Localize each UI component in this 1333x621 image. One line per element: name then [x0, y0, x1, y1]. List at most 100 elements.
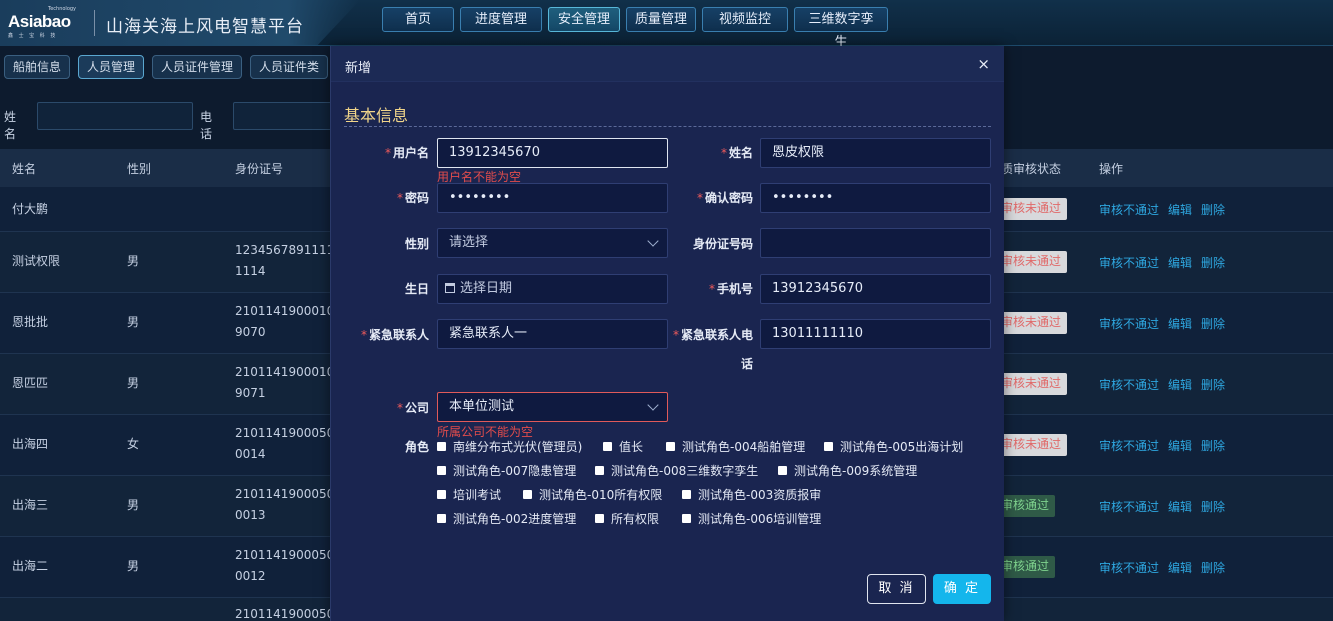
company-label: * 公司	[396, 401, 429, 415]
checkbox-icon	[437, 442, 446, 451]
chevron-down-icon	[647, 399, 659, 411]
reject-link[interactable]: 审核不通过	[1099, 256, 1159, 270]
nav-video[interactable]: 视频监控	[702, 7, 788, 32]
reject-link[interactable]: 审核不通过	[1099, 500, 1159, 514]
filter-name-input[interactable]	[37, 102, 193, 130]
calendar-icon	[445, 283, 455, 293]
emergency-phone-input[interactable]: 13011111110	[760, 319, 991, 349]
nav-safety[interactable]: 安全管理	[548, 7, 620, 32]
role-checkbox[interactable]: 测试角色-006培训管理	[682, 510, 821, 527]
role-checkbox[interactable]: 测试角色-002进度管理	[437, 510, 576, 527]
edit-link[interactable]: 编辑	[1168, 317, 1192, 331]
reject-link[interactable]: 审核不通过	[1099, 439, 1159, 453]
edit-link[interactable]: 编辑	[1168, 256, 1192, 270]
checkbox-icon	[437, 490, 446, 499]
row-actions: 审核不通过 编辑 删除	[1099, 559, 1234, 576]
delete-link[interactable]: 删除	[1201, 439, 1225, 453]
cell-idcard-2: 0012	[235, 569, 266, 583]
role-checkbox[interactable]: 测试角色-004船舶管理	[666, 438, 805, 455]
gender-select[interactable]: 请选择	[437, 228, 668, 258]
dialog-title: 新增	[345, 61, 372, 76]
col-ops: 操作	[1099, 162, 1124, 176]
phone-input[interactable]: 13912345670	[760, 274, 991, 304]
edit-link[interactable]: 编辑	[1168, 378, 1192, 392]
reject-link[interactable]: 审核不通过	[1099, 203, 1159, 217]
cell-name: 测试权限	[12, 254, 61, 268]
reject-link[interactable]: 审核不通过	[1099, 317, 1159, 331]
tab-vessel-info[interactable]: 船舶信息	[4, 55, 71, 79]
edit-link[interactable]: 编辑	[1168, 439, 1192, 453]
role-checkbox[interactable]: 值长	[603, 438, 643, 455]
emergency-contact-input[interactable]: 紧急联系人一	[437, 319, 668, 349]
sub-tabs: 船舶信息 人员管理 人员证件管理 人员证件类	[4, 55, 329, 79]
checkbox-icon	[437, 466, 446, 475]
cell-idcard-1: 21011419000506	[235, 607, 342, 621]
delete-link[interactable]: 删除	[1201, 256, 1225, 270]
name-input[interactable]: 恩皮权限	[760, 138, 991, 168]
status-badge: 审核未通过	[999, 198, 1067, 220]
role-checkbox[interactable]: 测试角色-010所有权限	[523, 486, 662, 503]
role-checkbox[interactable]: 测试角色-007隐患管理	[437, 462, 576, 479]
cell-name: 恩批批	[12, 315, 49, 329]
cell-idcard-1: 21011419000101	[235, 304, 342, 318]
close-icon[interactable]: ×	[977, 55, 990, 73]
role-checkbox[interactable]: 测试角色-008三维数字孪生	[595, 462, 758, 479]
edit-link[interactable]: 编辑	[1168, 500, 1192, 514]
tab-personnel-cert-type[interactable]: 人员证件类	[250, 55, 329, 79]
birthday-picker[interactable]: 选择日期	[437, 274, 668, 304]
filter-phone-input[interactable]	[233, 102, 343, 130]
role-checkbox[interactable]: 测试角色-005出海计划	[824, 438, 963, 455]
role-checkbox[interactable]: 测试角色-009系统管理	[778, 462, 917, 479]
company-select[interactable]: 本单位测试	[437, 392, 668, 422]
tab-personnel-cert[interactable]: 人员证件管理	[152, 55, 243, 79]
checkbox-icon	[595, 514, 604, 523]
edit-link[interactable]: 编辑	[1168, 561, 1192, 575]
confirm-password-label: * 确认密码	[696, 191, 753, 205]
row-actions: 审核不通过 编辑 删除	[1099, 498, 1234, 515]
username-input[interactable]: 13912345670	[437, 138, 668, 168]
checkbox-icon	[666, 442, 675, 451]
birthday-placeholder: 选择日期	[460, 281, 513, 296]
delete-link[interactable]: 删除	[1201, 317, 1225, 331]
row-actions: 审核不通过 编辑 删除	[1099, 201, 1234, 218]
role-checkbox[interactable]: 所有权限	[595, 510, 659, 527]
gender-label: 性别	[404, 237, 429, 251]
nav-home[interactable]: 首页	[382, 7, 454, 32]
reject-link[interactable]: 审核不通过	[1099, 378, 1159, 392]
cell-name: 出海二	[12, 559, 49, 573]
checkbox-icon	[603, 442, 612, 451]
role-label: 角色	[404, 440, 429, 454]
delete-link[interactable]: 删除	[1201, 561, 1225, 575]
checkbox-icon	[824, 442, 833, 451]
cell-idcard-2: 0013	[235, 508, 266, 522]
role-checkbox[interactable]: 南维分布式光伏(管理员)	[437, 438, 582, 455]
cell-name: 恩匹匹	[12, 376, 49, 390]
checkbox-icon	[523, 490, 532, 499]
nav-progress[interactable]: 进度管理	[460, 7, 542, 32]
status-badge: 审核未通过	[999, 373, 1067, 395]
password-input[interactable]: ••••••••	[437, 183, 668, 213]
confirm-button[interactable]: 确 定	[933, 574, 991, 604]
delete-link[interactable]: 删除	[1201, 203, 1225, 217]
delete-link[interactable]: 删除	[1201, 500, 1225, 514]
birthday-label: 生日	[404, 282, 429, 296]
cell-gender: 男	[127, 254, 140, 268]
reject-link[interactable]: 审核不通过	[1099, 561, 1159, 575]
delete-link[interactable]: 删除	[1201, 378, 1225, 392]
platform-title: 山海关海上风电智慧平台	[106, 17, 304, 37]
checkbox-icon	[682, 490, 691, 499]
checkbox-icon	[778, 466, 787, 475]
cancel-button[interactable]: 取 消	[867, 574, 926, 604]
top-header: Asiabao Technology 鑫 士 宝 科 技 山海关海上风电智慧平台…	[0, 0, 1333, 50]
edit-link[interactable]: 编辑	[1168, 203, 1192, 217]
nav-digital-twin[interactable]: 三维数字孪生	[794, 7, 888, 50]
role-checkbox[interactable]: 测试角色-003资质报审	[682, 486, 821, 503]
idcard-input[interactable]	[760, 228, 991, 258]
role-checkbox[interactable]: 培训考试	[437, 486, 501, 503]
nav-quality[interactable]: 质量管理	[626, 7, 696, 32]
tab-personnel[interactable]: 人员管理	[78, 55, 145, 79]
cell-idcard-2: 9071	[235, 386, 266, 400]
logo-sup: Technology	[48, 6, 77, 12]
cell-gender: 男	[127, 559, 140, 573]
confirm-password-input[interactable]: ••••••••	[760, 183, 991, 213]
